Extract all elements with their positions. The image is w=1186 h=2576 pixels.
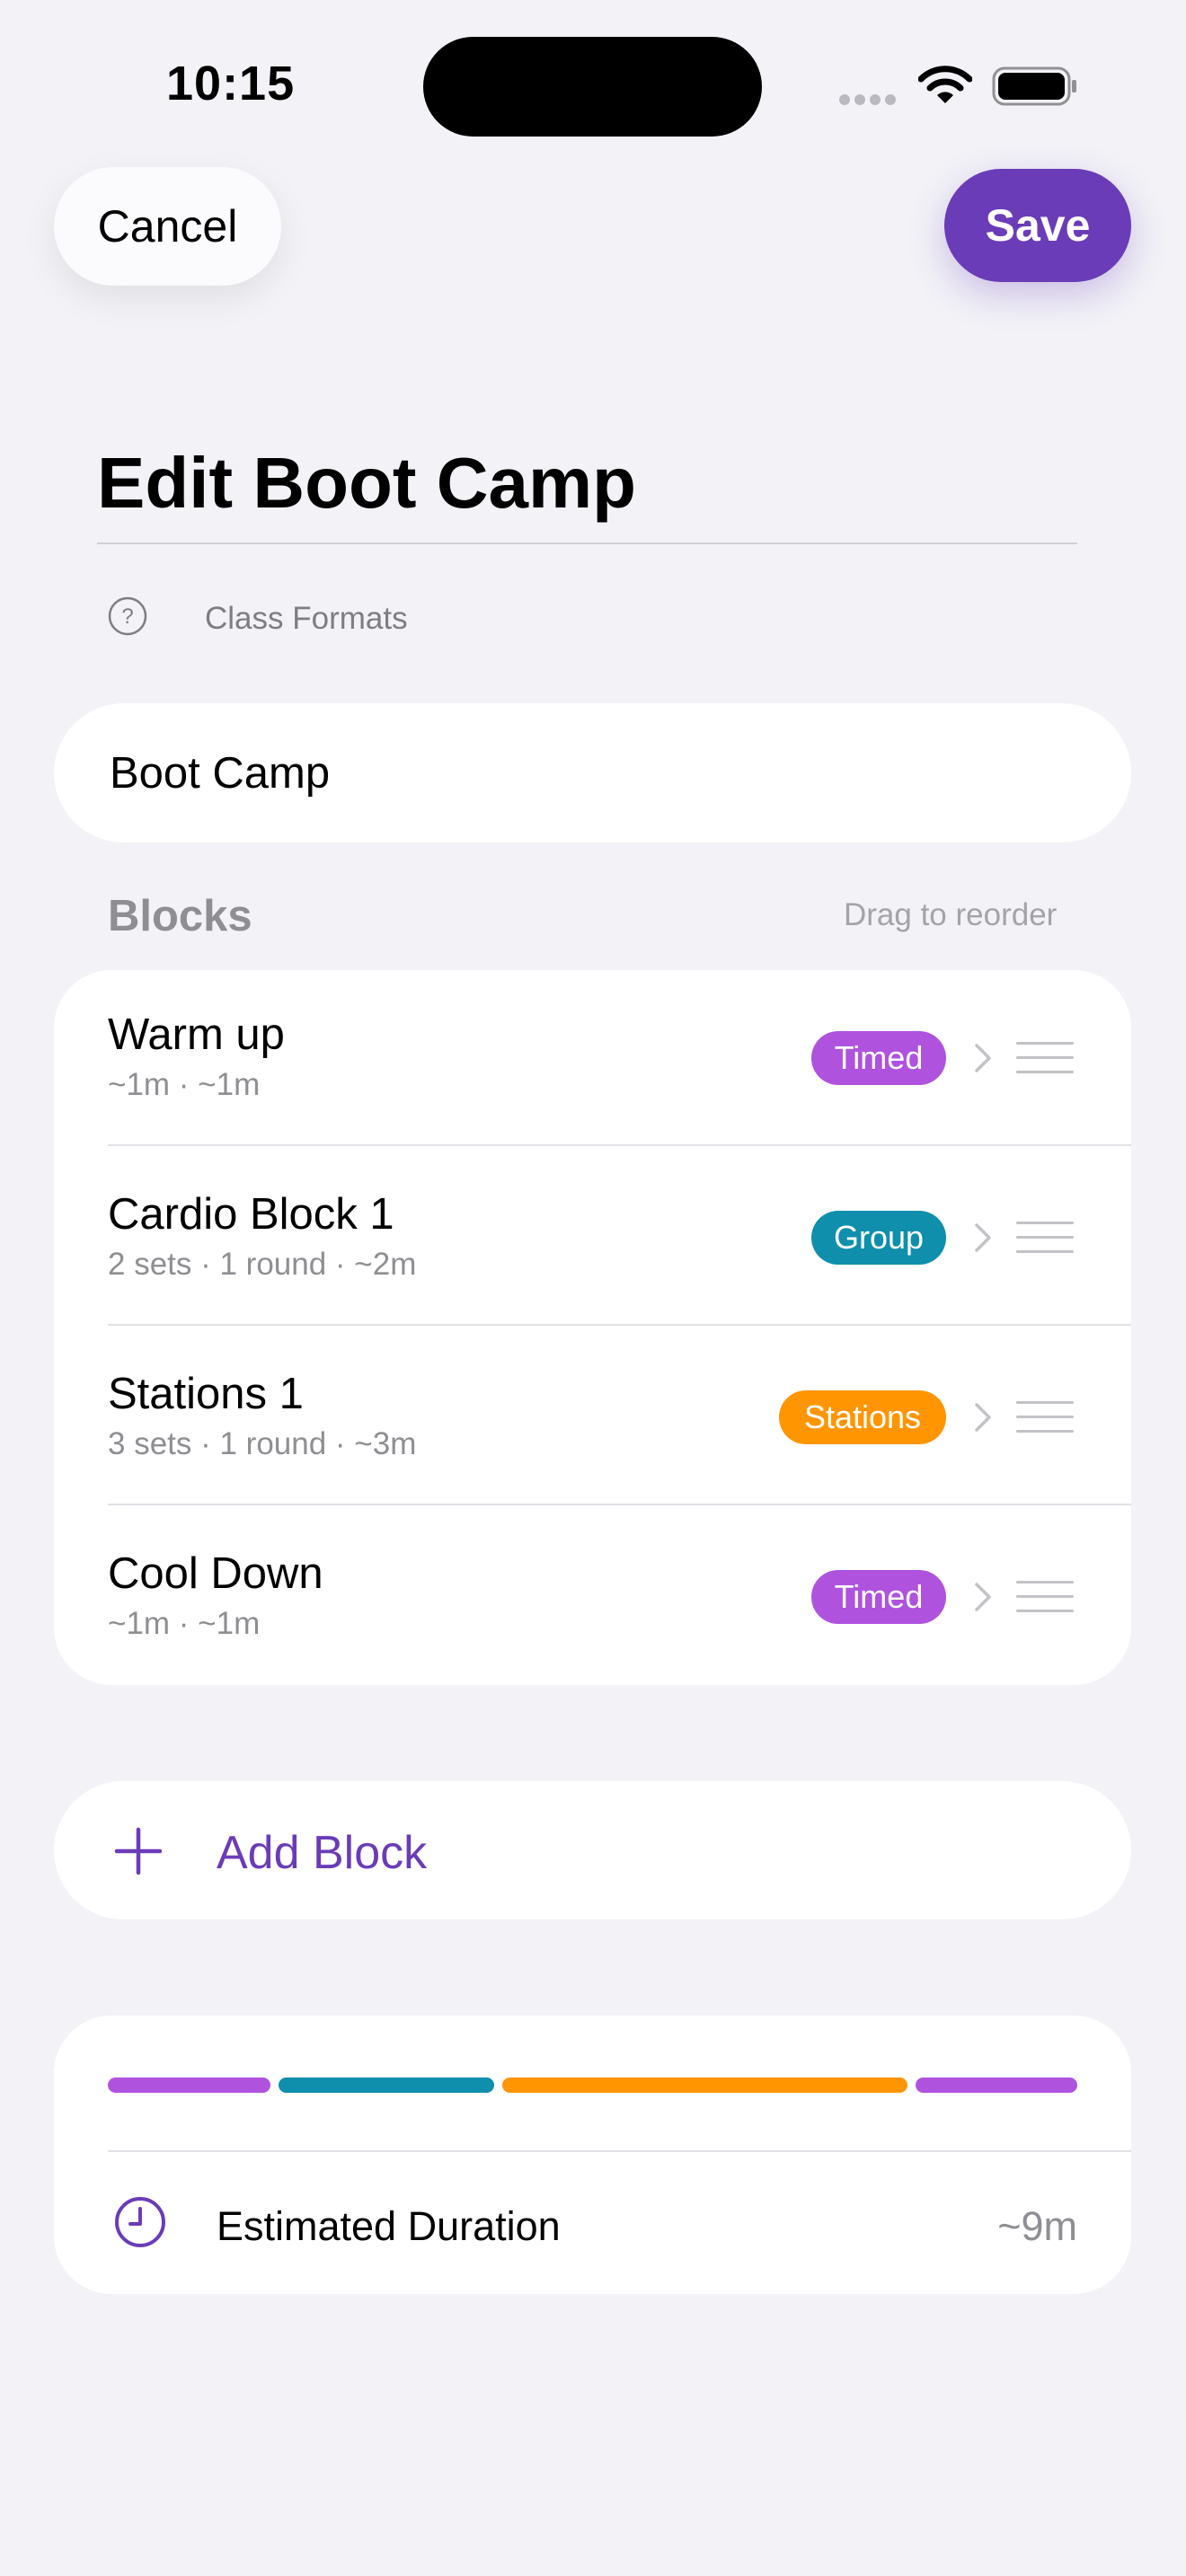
block-row-warm-up[interactable]: Warm up ~1m · ~1m Timed [54,970,1131,1150]
wifi-icon [918,66,972,103]
duration-segment-stations [502,2078,907,2093]
drag-handle-icon[interactable] [1016,1222,1074,1254]
block-type-badge: Timed [811,1570,946,1624]
status-time: 10:15 [166,57,296,110]
duration-segment-warm-up [108,2078,270,2093]
chevron-right-icon [975,1403,991,1432]
breadcrumb[interactable]: Class Formats [205,601,408,637]
dynamic-island [423,37,762,137]
block-type-badge: Group [811,1211,946,1265]
block-row-cardio-block-1[interactable]: Cardio Block 1 2 sets · 1 round · ~2m Gr… [54,1150,1131,1329]
block-meta: ~1m · ~1m [108,1606,261,1641]
battery-icon [992,66,1076,106]
chevron-right-icon [975,1583,991,1611]
blocks-list: Warm up ~1m · ~1m Timed Cardio Block 1 2… [54,970,1131,1685]
duration-segment-cardio [279,2078,494,2093]
question-circle-icon[interactable]: ? [108,596,147,636]
chevron-right-icon [975,1223,991,1252]
duration-label: Estimated Duration [217,2203,561,2249]
format-name-field[interactable] [54,703,1131,842]
drag-hint: Drag to reorder [844,897,1058,932]
row-divider [108,1504,1131,1505]
block-name: Warm up [108,1010,285,1059]
chevron-right-icon [975,1044,991,1072]
block-type-badge: Stations [779,1390,946,1444]
duration-segment-cool-down [916,2078,1077,2093]
block-meta: 3 sets · 1 round · ~3m [108,1426,417,1461]
drag-handle-icon[interactable] [1016,1042,1074,1074]
duration-divider [108,2150,1131,2152]
duration-value: ~9m [997,2203,1077,2249]
block-row-cool-down[interactable]: Cool Down ~1m · ~1m Timed [54,1509,1131,1689]
title-divider [97,543,1077,544]
block-name: Cool Down [108,1549,323,1598]
clock-icon [115,2197,165,2247]
drag-handle-icon[interactable] [1016,1401,1074,1434]
row-divider [108,1144,1131,1146]
blocks-section-title: Blocks [108,892,252,940]
cancel-button[interactable]: Cancel [54,167,281,286]
save-button[interactable]: Save [944,169,1131,282]
block-type-badge: Timed [811,1031,946,1085]
cellular-signal-icon [839,93,900,110]
duration-summary: Estimated Duration ~9m [54,2016,1131,2294]
format-name-input[interactable] [108,746,1131,799]
svg-text:?: ? [121,604,133,629]
add-block-label: Add Block [217,1827,428,1879]
add-block-button[interactable]: Add Block [54,1781,1131,1919]
page-title: Edit Boot Camp [97,443,636,523]
row-divider [108,1324,1131,1326]
plus-icon [114,1827,163,1875]
block-meta: ~1m · ~1m [108,1067,261,1102]
block-name: Cardio Block 1 [108,1190,394,1239]
block-meta: 2 sets · 1 round · ~2m [108,1247,417,1282]
block-name: Stations 1 [108,1370,304,1418]
block-row-stations-1[interactable]: Stations 1 3 sets · 1 round · ~3m Statio… [54,1329,1131,1509]
drag-handle-icon[interactable] [1016,1581,1074,1613]
